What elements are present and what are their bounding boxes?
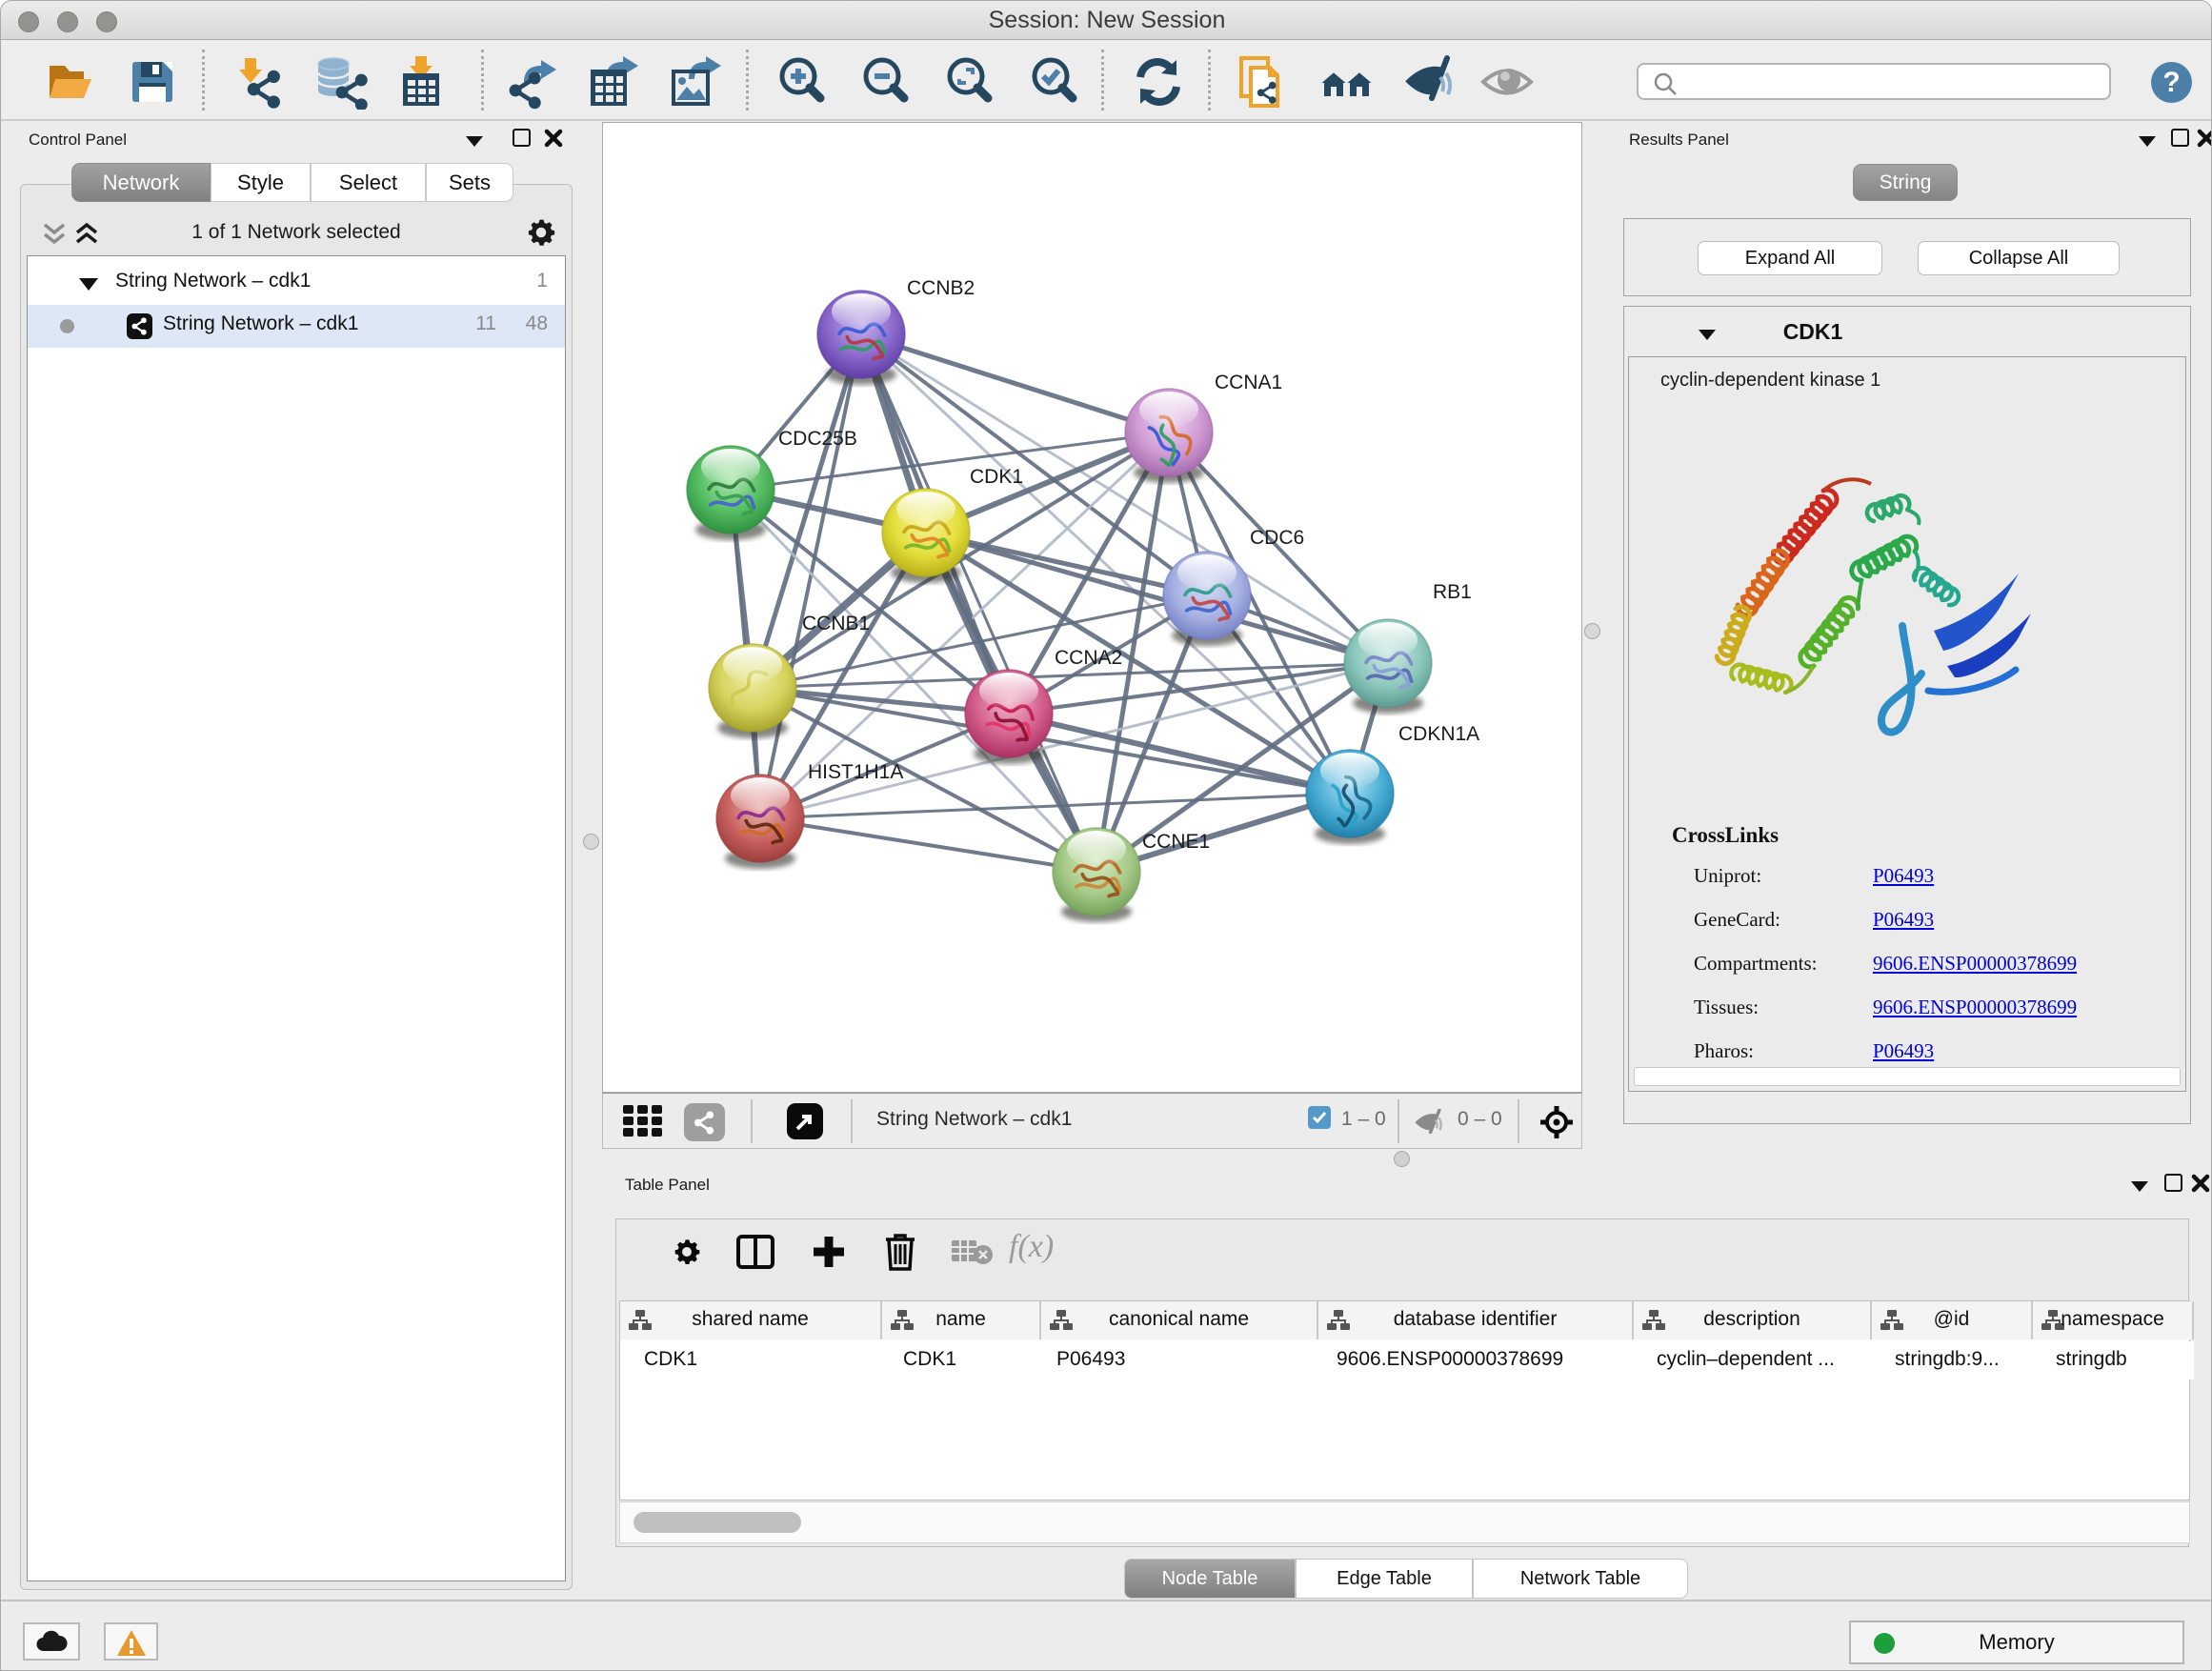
svg-text:CCNA1: CCNA1 xyxy=(1215,372,1282,393)
svg-text:CCNA2: CCNA2 xyxy=(1055,647,1122,669)
svg-text:CDC25B: CDC25B xyxy=(778,428,857,450)
svg-text:CDK1: CDK1 xyxy=(970,466,1023,488)
svg-text:CCNB1: CCNB1 xyxy=(802,613,870,634)
svg-text:RB1: RB1 xyxy=(1433,581,1472,603)
svg-text:CDKN1A: CDKN1A xyxy=(1398,723,1479,745)
svg-text:CCNE1: CCNE1 xyxy=(1142,831,1210,853)
svg-text:CCNB2: CCNB2 xyxy=(907,277,975,299)
svg-text:CDC6: CDC6 xyxy=(1250,527,1304,549)
svg-text:HIST1H1A: HIST1H1A xyxy=(808,761,903,783)
